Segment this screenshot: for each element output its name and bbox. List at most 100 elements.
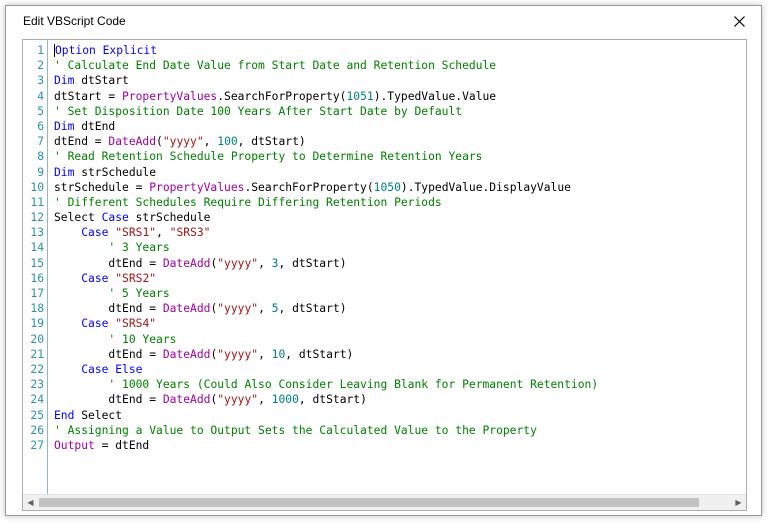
scroll-left-button[interactable]: ◀ — [23, 495, 38, 510]
code-token: DateAdd — [108, 135, 157, 149]
code-token: Dim — [54, 119, 75, 133]
code-line[interactable]: 23 ' 1000 Years (Could Also Consider Lea… — [23, 377, 746, 392]
code-token: ' 10 Years — [108, 332, 177, 346]
code-line[interactable]: 27 Output = dtEnd — [23, 438, 746, 453]
line-number: 13 — [30, 226, 44, 240]
code-token: dtStart = — [54, 89, 123, 103]
code-token: PropertyValues — [149, 180, 245, 194]
line-number: 27 — [30, 438, 44, 452]
line-number: 11 — [30, 195, 44, 209]
code-token: 1000 — [271, 393, 299, 407]
line-number: 4 — [37, 89, 44, 103]
code-editor[interactable]: 1 Option Explicit 2 ' Calculate End Date Va… — [22, 39, 747, 511]
code-token: 1051 — [346, 89, 374, 103]
code-token: PropertyValues — [122, 89, 218, 103]
code-token: ' 1000 Years (Could Also Consider Leavin… — [108, 378, 599, 392]
code-token: Dim — [54, 165, 75, 179]
code-line[interactable]: 6 Dim dtEnd — [23, 119, 746, 134]
code-line[interactable]: 13 Case "SRS1", "SRS3" — [23, 225, 746, 240]
code-line[interactable]: 25 End Select — [23, 408, 746, 423]
line-number: 23 — [30, 378, 44, 392]
code-text: dtStart = PropertyValues.SearchForProper… — [54, 89, 496, 104]
code-text: Output = dtEnd — [54, 438, 149, 453]
close-button[interactable] — [717, 6, 761, 36]
code-line[interactable]: 8 ' Read Retention Schedule Property to D… — [23, 149, 746, 164]
code-token: , dtStart) — [278, 256, 347, 270]
code-line[interactable]: 15 dtEnd = DateAdd("yyyy", 3, dtStart) — [23, 256, 746, 271]
code-text: ' 3 Years — [54, 240, 170, 255]
code-token: Output — [54, 438, 95, 452]
code-token: , — [203, 135, 218, 149]
code-token: 1050 — [373, 180, 401, 194]
scroll-right-button[interactable]: ▶ — [731, 495, 746, 510]
code-line[interactable]: 7 dtEnd = DateAdd("yyyy", 100, dtStart) — [23, 134, 746, 149]
edit-vbscript-dialog: Edit VBScript Code 1 Option Explicit 2 ' Ca… — [5, 5, 762, 516]
line-number: 6 — [37, 119, 44, 133]
line-number: 9 — [37, 165, 44, 179]
code-token: , dtStart) — [278, 302, 347, 316]
code-token: , dtStart) — [285, 347, 354, 361]
code-line[interactable]: 12 Select Case strSchedule — [23, 210, 746, 225]
line-number: 22 — [30, 362, 44, 376]
horizontal-scrollbar[interactable]: ◀ ▶ — [23, 494, 746, 510]
code-line[interactable]: 1 Option Explicit — [23, 43, 746, 58]
title-bar: Edit VBScript Code — [6, 6, 761, 36]
code-line[interactable]: 19 Case "SRS4" — [23, 316, 746, 331]
code-token: Option Explicit — [54, 44, 158, 57]
code-line[interactable]: 14 ' 3 Years — [23, 240, 746, 255]
code-line[interactable]: 20 ' 10 Years — [23, 332, 746, 347]
code-line[interactable]: 10 strSchedule = PropertyValues.SearchFor… — [23, 180, 746, 195]
code-token: ' Assigning a Value to Output Sets the C… — [54, 423, 537, 437]
code-line[interactable]: 21 dtEnd = DateAdd("yyyy", 10, dtStart) — [23, 347, 746, 362]
dialog-title: Edit VBScript Code — [23, 14, 126, 28]
line-number: 19 — [30, 317, 44, 331]
code-token: strSchedule — [74, 165, 157, 179]
code-line[interactable]: 22 Case Else — [23, 362, 746, 377]
code-text: Dim dtEnd — [54, 119, 115, 134]
code-line[interactable]: 16 Case "SRS2" — [23, 271, 746, 286]
code-token: "SRS2" — [115, 271, 157, 285]
code-text: Option Explicit — [54, 43, 158, 58]
line-number: 20 — [30, 332, 44, 346]
code-token: Case — [81, 226, 109, 240]
line-number: 17 — [30, 287, 44, 300]
code-token: , — [258, 256, 272, 270]
code-text: Dim dtStart — [54, 73, 129, 88]
code-text: dtEnd = DateAdd("yyyy", 3, dtStart) — [54, 256, 347, 271]
code-text: ' 10 Years — [54, 332, 176, 347]
code-line[interactable]: 2 ' Calculate End Date Value from Start D… — [23, 58, 746, 73]
code-line[interactable]: 9 Dim strSchedule — [23, 165, 746, 180]
code-text: dtEnd = DateAdd("yyyy", 5, dtStart) — [54, 301, 347, 316]
code-token: "yyyy" — [217, 347, 259, 361]
code-token: "SRS4" — [115, 317, 157, 331]
code-line[interactable]: 18 dtEnd = DateAdd("yyyy", 5, dtStart) — [23, 301, 746, 316]
code-line[interactable]: 24 dtEnd = DateAdd("yyyy", 1000, dtStart… — [23, 392, 746, 407]
code-token: ' 3 Years — [108, 241, 170, 255]
code-line[interactable]: 17 ' 5 Years — [23, 286, 746, 301]
code-token: strSchedule = — [54, 180, 150, 194]
code-line[interactable]: 5 ' Set Disposition Date 100 Years After … — [23, 104, 746, 119]
code-token: Case — [81, 271, 109, 285]
code-token: 10 — [271, 347, 286, 361]
line-number: 3 — [37, 74, 44, 88]
code-lines[interactable]: 1 Option Explicit 2 ' Calculate End Date Va… — [23, 43, 746, 453]
code-token: , — [258, 393, 272, 407]
code-token: dtEnd — [74, 119, 116, 133]
code-line[interactable]: 4 dtStart = PropertyValues.SearchForPrope… — [23, 89, 746, 104]
code-token: ' Calculate End Date Value from Start Da… — [54, 59, 497, 73]
code-line[interactable]: 11 ' Different Schedules Require Differin… — [23, 195, 746, 210]
code-token: End — [54, 408, 75, 422]
code-token: Select — [74, 408, 123, 422]
code-token: , — [258, 347, 272, 361]
code-token: "yyyy" — [217, 256, 259, 270]
code-line[interactable]: 26 ' Assigning a Value to Output Sets the… — [23, 423, 746, 438]
scrollbar-thumb[interactable] — [39, 498, 699, 507]
code-token: , — [156, 226, 170, 240]
code-line[interactable]: 3 Dim dtStart — [23, 73, 746, 88]
code-token: dtEnd = — [54, 256, 163, 270]
code-token: ( — [156, 135, 163, 149]
line-number: 18 — [30, 302, 44, 316]
